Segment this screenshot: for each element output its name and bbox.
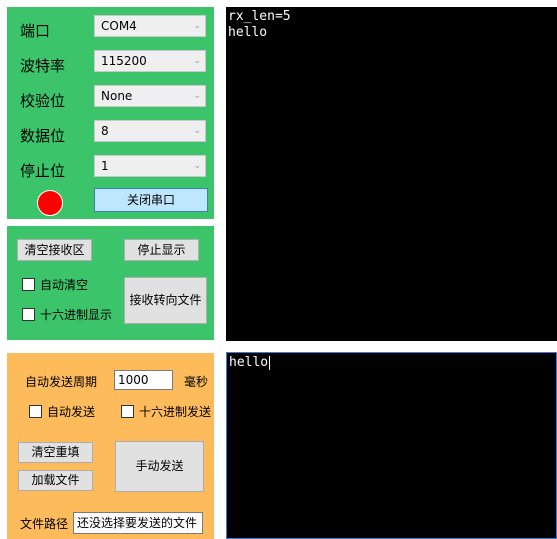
port-select[interactable]: COM4 ⌄ xyxy=(94,15,206,37)
manual-send-button[interactable]: 手动发送 xyxy=(115,441,204,492)
serial-settings-panel: 端口 COM4 ⌄ 波特率 115200 ⌄ 校验位 None ⌄ 数据位 8 … xyxy=(7,7,214,219)
receive-options-panel: 清空接收区 停止显示 自动清空 十六进制显示 接收转向文件 xyxy=(7,226,214,340)
stopbits-value: 1 xyxy=(101,159,109,173)
port-label: 端口 xyxy=(20,22,51,40)
clear-receive-button[interactable]: 清空接收区 xyxy=(17,239,92,261)
hex-display-label: 十六进制显示 xyxy=(40,308,113,322)
receive-terminal[interactable]: rx_len=5 hello xyxy=(226,7,557,341)
chevron-down-icon: ⌄ xyxy=(193,21,201,31)
send-period-label: 自动发送周期 xyxy=(25,375,98,389)
hex-display-checkbox[interactable] xyxy=(22,308,35,321)
send-period-unit: 毫秒 xyxy=(184,375,209,389)
load-file-button[interactable]: 加载文件 xyxy=(18,470,93,491)
stopbits-select[interactable]: 1 ⌄ xyxy=(94,155,206,177)
hex-send-checkbox[interactable] xyxy=(121,405,134,418)
send-terminal-text: hello xyxy=(229,355,269,370)
parity-value: None xyxy=(101,89,133,103)
close-port-button[interactable]: 关闭串口 xyxy=(94,188,208,212)
file-path-field[interactable]: 还没选择要发送的文件 xyxy=(73,512,203,534)
auto-clear-label: 自动清空 xyxy=(40,278,89,292)
send-options-panel: 自动发送周期 1000 毫秒 自动发送 十六进制发送 清空重填 加载文件 手动发… xyxy=(7,353,214,539)
auto-send-label: 自动发送 xyxy=(47,405,96,419)
auto-clear-checkbox[interactable] xyxy=(22,278,35,291)
clear-refill-button[interactable]: 清空重填 xyxy=(18,442,93,463)
databits-select[interactable]: 8 ⌄ xyxy=(94,120,206,142)
send-period-input[interactable]: 1000 xyxy=(114,370,173,390)
baud-label: 波特率 xyxy=(20,57,66,75)
baud-value: 115200 xyxy=(101,54,147,68)
text-caret xyxy=(269,355,271,370)
hex-send-label: 十六进制发送 xyxy=(139,405,212,419)
parity-select[interactable]: None ⌄ xyxy=(94,85,206,107)
status-led-icon xyxy=(37,190,63,216)
databits-label: 数据位 xyxy=(20,127,66,145)
port-value: COM4 xyxy=(101,19,137,33)
auto-send-checkbox[interactable] xyxy=(29,405,42,418)
baud-select[interactable]: 115200 ⌄ xyxy=(94,50,206,72)
file-path-label: 文件路径 xyxy=(20,517,69,531)
chevron-down-icon: ⌄ xyxy=(193,91,201,101)
parity-label: 校验位 xyxy=(20,92,66,110)
chevron-down-icon: ⌄ xyxy=(193,161,201,171)
send-terminal[interactable]: hello xyxy=(226,352,557,539)
chevron-down-icon: ⌄ xyxy=(193,56,201,66)
stopbits-label: 停止位 xyxy=(20,162,66,180)
stop-display-button[interactable]: 停止显示 xyxy=(124,239,199,261)
chevron-down-icon: ⌄ xyxy=(193,126,201,136)
receive-to-file-button[interactable]: 接收转向文件 xyxy=(124,277,207,324)
databits-value: 8 xyxy=(101,124,109,138)
